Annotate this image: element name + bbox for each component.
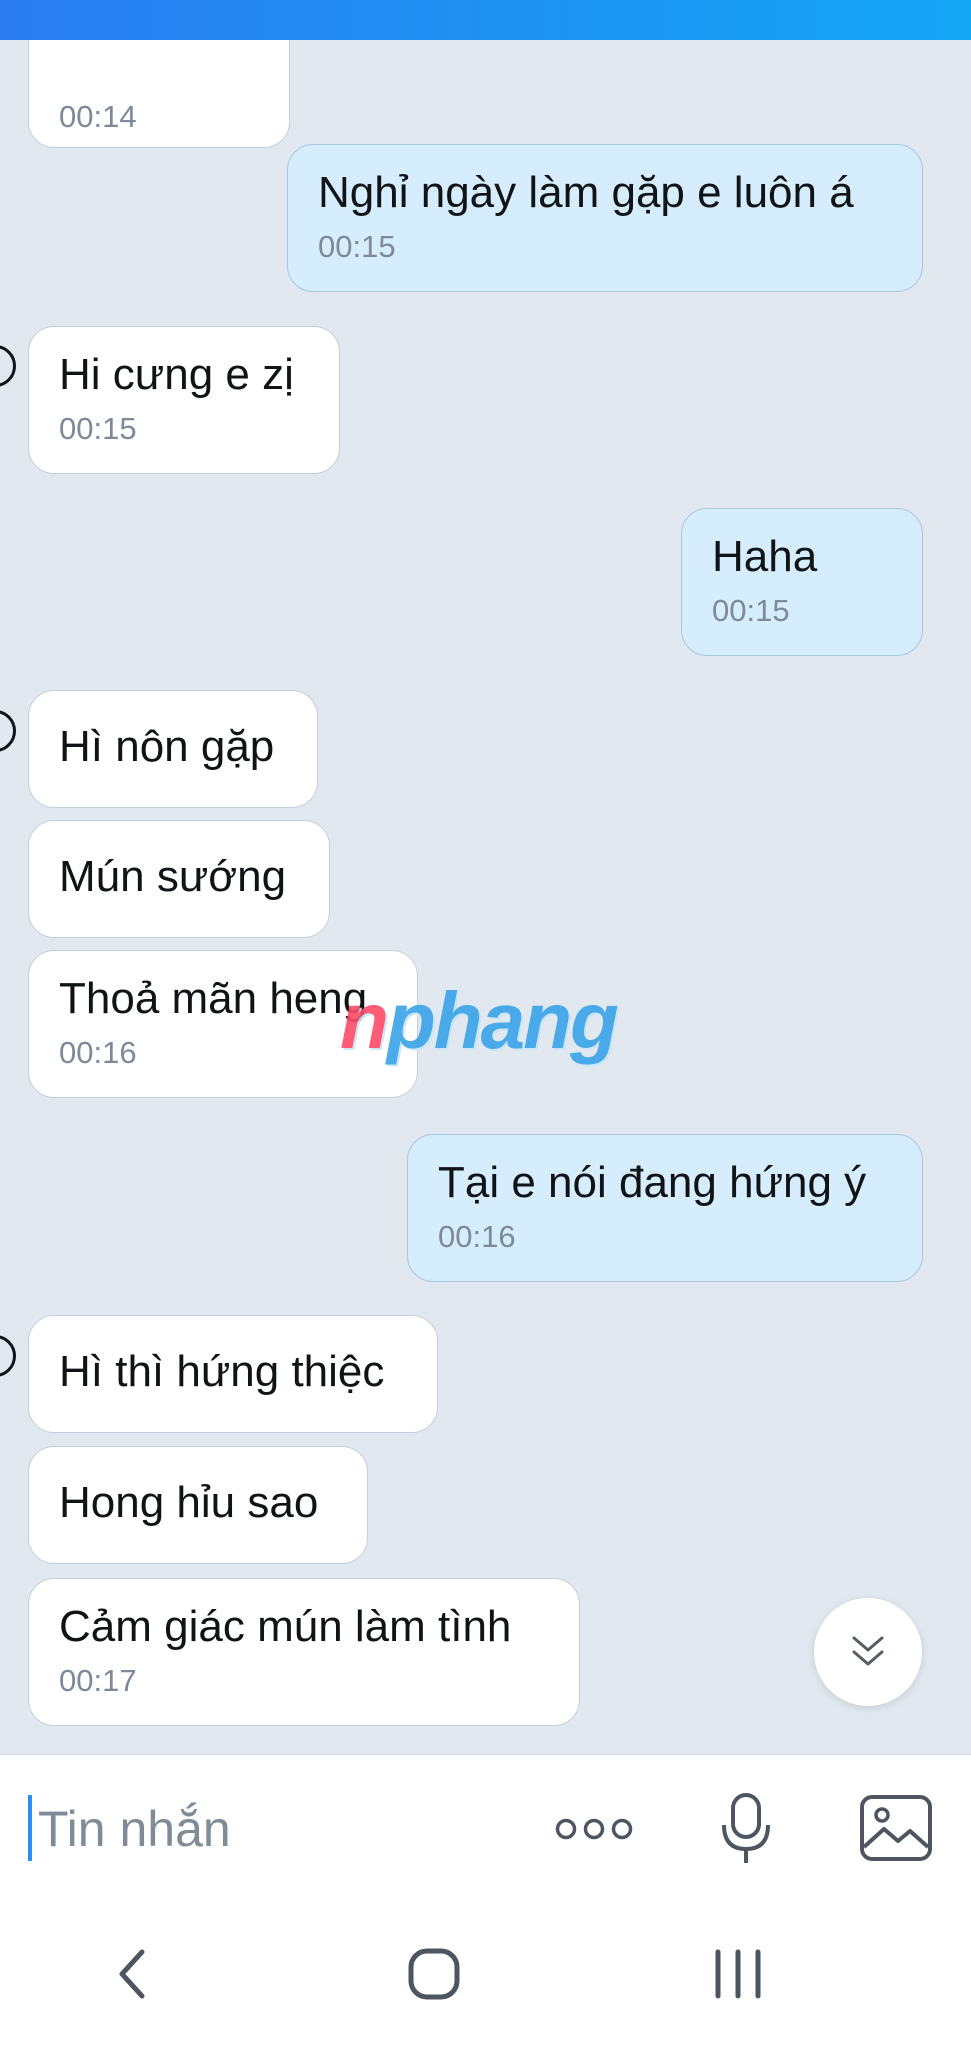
message-bubble-incoming[interactable]: Hì nôn gặp bbox=[28, 690, 318, 808]
message-time: 00:15 bbox=[59, 411, 137, 446]
microphone-icon bbox=[722, 1793, 770, 1863]
message-text: Cảm giác mún làm tình bbox=[59, 1602, 512, 1651]
message-composer bbox=[0, 1754, 971, 1905]
message-bubble-outgoing[interactable]: Tại e nói đang hứng ý 00:16 bbox=[407, 1134, 923, 1282]
message-time: 00:14 bbox=[59, 99, 137, 134]
top-status-bar bbox=[0, 0, 971, 40]
message-bubble-incoming[interactable]: Hong hỉu sao bbox=[28, 1446, 368, 1564]
message-text: Nghỉ ngày làm gặp e luôn á bbox=[318, 168, 854, 217]
double-chevron-down-icon bbox=[852, 1636, 884, 1666]
message-text: Hong hỉu sao bbox=[59, 1478, 319, 1527]
message-bubble-incoming[interactable]: Hì thì hứng thiệc bbox=[28, 1315, 438, 1433]
home-icon bbox=[408, 1948, 460, 2000]
message-text: Hì nôn gặp bbox=[59, 722, 275, 771]
recents-icon bbox=[715, 1949, 761, 1999]
message-text: Thoả mãn heng bbox=[59, 974, 368, 1023]
back-icon bbox=[119, 1949, 145, 1999]
text-cursor bbox=[28, 1795, 32, 1861]
message-time: 00:16 bbox=[438, 1219, 516, 1254]
voice-message-button[interactable] bbox=[718, 1791, 774, 1872]
sender-avatar[interactable] bbox=[0, 710, 16, 752]
system-navigation-bar bbox=[0, 1904, 971, 2045]
more-options-button[interactable] bbox=[554, 1811, 634, 1852]
message-bubble-incoming[interactable]: Cảm giác mún làm tình 00:17 bbox=[28, 1578, 580, 1726]
message-input[interactable] bbox=[36, 1785, 500, 1873]
nav-home-button[interactable] bbox=[406, 1946, 462, 2007]
scroll-to-bottom-button[interactable] bbox=[814, 1598, 922, 1706]
message-bubble-incoming[interactable]: Mún sướng bbox=[28, 820, 330, 938]
watermark-logo: nphang bbox=[340, 976, 619, 1065]
message-time: 00:16 bbox=[59, 1035, 137, 1070]
message-time: 00:15 bbox=[318, 229, 396, 264]
sender-avatar[interactable] bbox=[0, 345, 16, 387]
message-text: Mún sướng bbox=[59, 852, 287, 901]
message-bubble-outgoing[interactable]: Haha 00:15 bbox=[681, 508, 923, 656]
chat-message-list[interactable]: 00:14 Nghỉ ngày làm gặp e luôn á 00:15 H… bbox=[0, 40, 971, 1754]
message-text: Hì thì hứng thiệc bbox=[59, 1347, 385, 1396]
image-icon bbox=[860, 1795, 932, 1861]
message-text: Haha bbox=[712, 532, 818, 581]
message-text: Tại e nói đang hứng ý bbox=[438, 1158, 867, 1207]
nav-back-button[interactable] bbox=[112, 1946, 152, 2007]
sender-avatar[interactable] bbox=[0, 1335, 16, 1377]
message-time: 00:15 bbox=[712, 593, 790, 628]
message-bubble-incoming[interactable]: 00:14 bbox=[28, 40, 290, 148]
message-time: 00:17 bbox=[59, 1663, 137, 1698]
nav-recents-button[interactable] bbox=[712, 1948, 764, 2005]
send-image-button[interactable] bbox=[858, 1793, 934, 1870]
message-bubble-incoming[interactable]: Hi cưng e zị 00:15 bbox=[28, 326, 340, 474]
more-options-icon bbox=[555, 1818, 633, 1840]
message-bubble-outgoing[interactable]: Nghỉ ngày làm gặp e luôn á 00:15 bbox=[287, 144, 923, 292]
message-text: Hi cưng e zị bbox=[59, 350, 294, 399]
